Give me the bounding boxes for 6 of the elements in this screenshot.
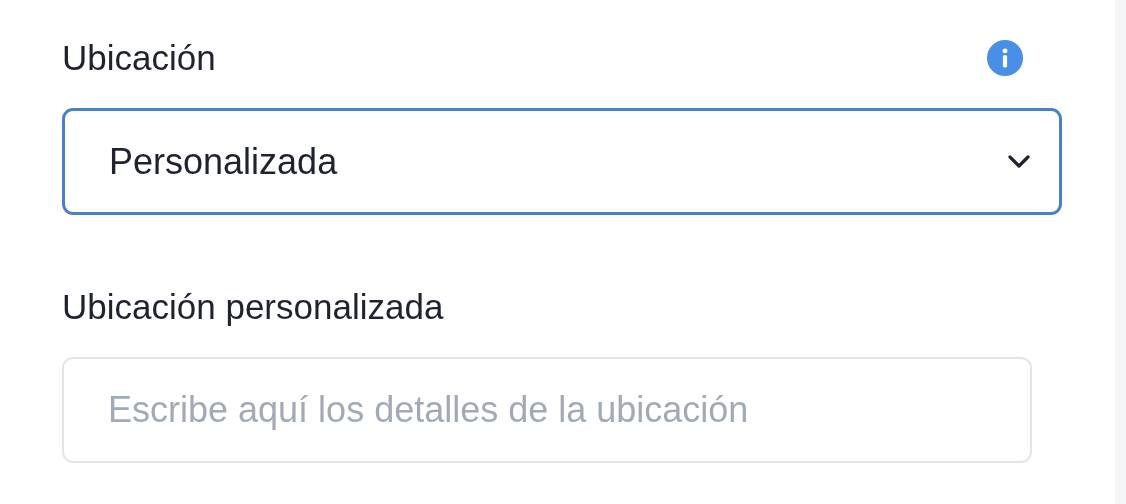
field-label: Ubicación [62, 38, 216, 78]
field-label: Ubicación personalizada [62, 287, 444, 327]
location-details-input[interactable]: Escribe aquí los detalles de la ubicación [62, 357, 1032, 463]
info-icon[interactable] [986, 39, 1024, 77]
location-select[interactable]: Personalizada [62, 108, 1062, 215]
chevron-down-icon [1007, 153, 1031, 170]
